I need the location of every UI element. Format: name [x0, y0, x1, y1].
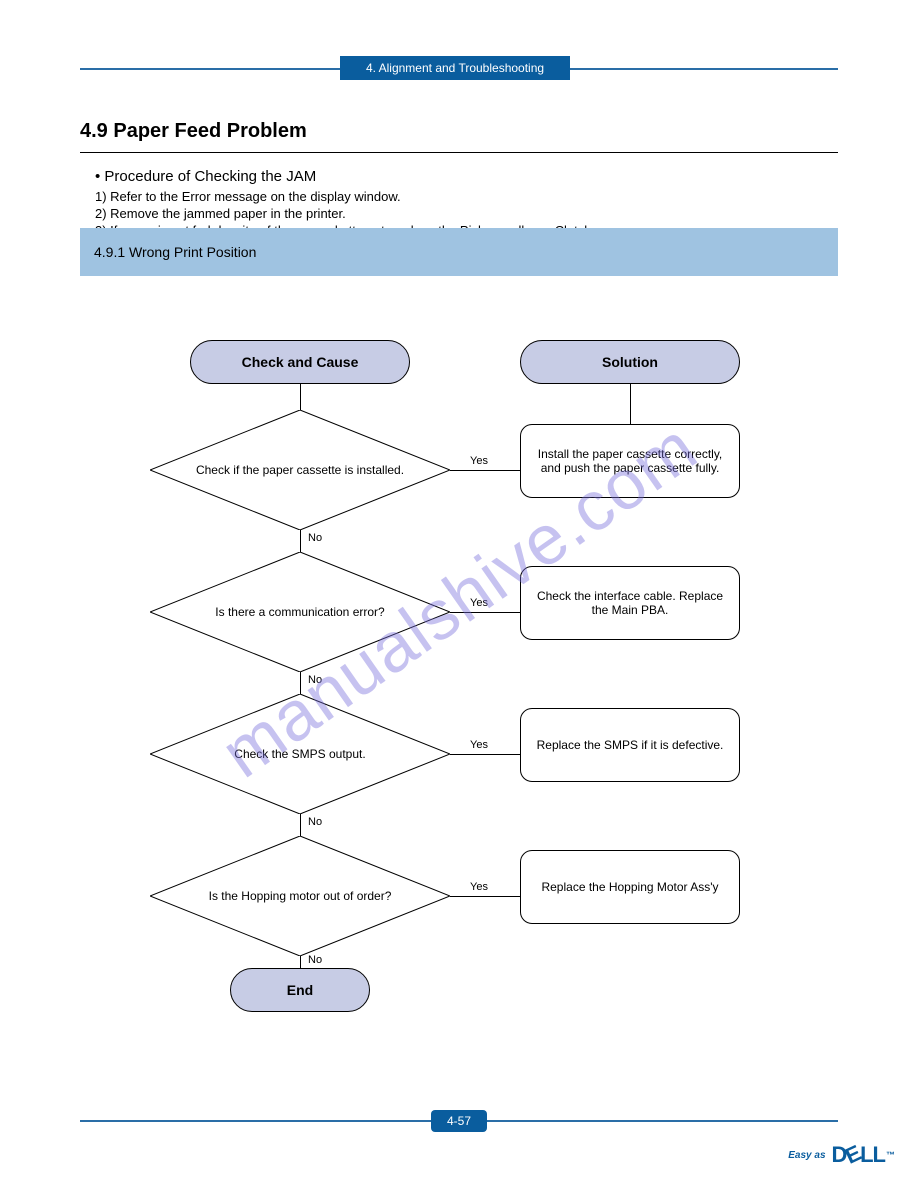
flowchart: Check and Cause Solution Check if the pa…	[130, 320, 790, 1060]
solution-box: Check the interface cable. Replace the M…	[520, 566, 740, 640]
connector	[450, 754, 520, 755]
subsection-band: 4.9.1 Wrong Print Position	[80, 228, 838, 276]
label-no: No	[308, 532, 322, 544]
label-yes: Yes	[470, 597, 488, 609]
decision-node: Is there a communication error?	[150, 552, 450, 672]
solution-box: Replace the Hopping Motor Ass'y	[520, 850, 740, 924]
connector	[450, 896, 520, 897]
page-number: 4-57	[431, 1110, 487, 1132]
connector	[450, 612, 520, 613]
node-end: End	[230, 968, 370, 1012]
solution-box: Install the paper cassette correctly, an…	[520, 424, 740, 498]
decision-node: Check the SMPS output.	[150, 694, 450, 814]
procedure-item: 1) Refer to the Error message on the dis…	[95, 189, 595, 204]
decision-node: Is the Hopping motor out of order?	[150, 836, 450, 956]
decision-text: Is there a communication error?	[215, 605, 384, 619]
label-no: No	[308, 816, 322, 828]
connector	[630, 384, 631, 424]
label-yes: Yes	[470, 739, 488, 751]
decision-text: Is the Hopping motor out of order?	[209, 889, 392, 903]
connector	[450, 470, 520, 471]
decision-node: Check if the paper cassette is installed…	[150, 410, 450, 530]
node-check-cause: Check and Cause	[190, 340, 410, 384]
procedure-item: 2) Remove the jammed paper in the printe…	[95, 206, 595, 221]
header-bar: 4. Alignment and Troubleshooting	[340, 56, 570, 80]
connector	[300, 814, 301, 836]
label-yes: Yes	[470, 881, 488, 893]
node-solution: Solution	[520, 340, 740, 384]
decision-text: Check the SMPS output.	[234, 747, 365, 761]
dell-logo-block: Easy as DELL™	[788, 1142, 894, 1168]
solution-box: Replace the SMPS if it is defective.	[520, 708, 740, 782]
section-underline	[80, 152, 838, 153]
dell-logo-icon: DELL™	[832, 1142, 894, 1168]
connector	[300, 384, 301, 410]
connector	[300, 956, 301, 968]
connector	[300, 530, 301, 552]
label-no: No	[308, 674, 322, 686]
connector	[300, 672, 301, 694]
section-title: 4.9 Paper Feed Problem	[80, 120, 307, 143]
easy-as-text: Easy as	[788, 1150, 825, 1161]
procedure-lead: • Procedure of Checking the JAM	[95, 168, 595, 185]
label-no: No	[308, 954, 322, 966]
decision-text: Check if the paper cassette is installed…	[196, 463, 404, 477]
label-yes: Yes	[470, 455, 488, 467]
trademark-symbol: ™	[886, 1150, 894, 1160]
